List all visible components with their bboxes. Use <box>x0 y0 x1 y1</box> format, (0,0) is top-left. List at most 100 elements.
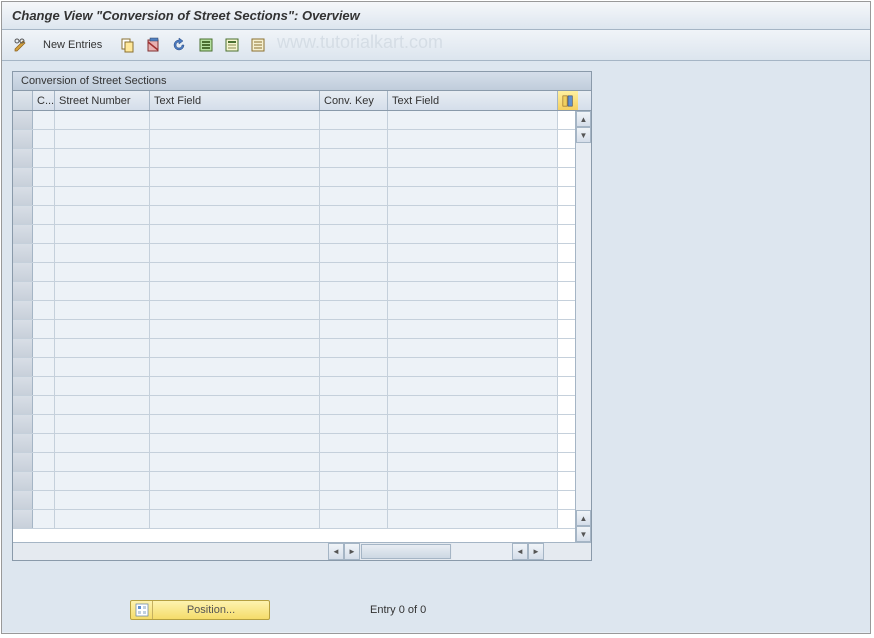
table-row[interactable] <box>13 244 575 263</box>
table-row[interactable] <box>13 282 575 301</box>
table-cell[interactable] <box>13 320 33 338</box>
table-cell[interactable] <box>320 244 388 262</box>
table-cell[interactable] <box>150 377 320 395</box>
table-cell[interactable] <box>55 472 150 490</box>
table-cell[interactable] <box>33 396 55 414</box>
table-cell[interactable] <box>33 491 55 509</box>
table-cell[interactable] <box>320 453 388 471</box>
table-row[interactable] <box>13 206 575 225</box>
delete-button[interactable] <box>143 34 165 56</box>
table-cell[interactable] <box>33 130 55 148</box>
table-row[interactable] <box>13 491 575 510</box>
table-cell[interactable] <box>13 130 33 148</box>
table-cell[interactable] <box>150 111 320 129</box>
table-cell[interactable] <box>320 358 388 376</box>
table-cell[interactable] <box>13 111 33 129</box>
table-cell[interactable] <box>55 225 150 243</box>
table-cell[interactable] <box>388 282 558 300</box>
table-cell[interactable] <box>388 130 558 148</box>
table-cell[interactable] <box>150 130 320 148</box>
scroll-down-step-button[interactable]: ▲ <box>576 510 591 526</box>
table-cell[interactable] <box>320 225 388 243</box>
table-cell[interactable] <box>13 358 33 376</box>
table-cell[interactable] <box>150 396 320 414</box>
column-header-street-number[interactable]: Street Number <box>55 91 150 110</box>
table-cell[interactable] <box>150 472 320 490</box>
table-cell[interactable] <box>33 453 55 471</box>
table-cell[interactable] <box>388 244 558 262</box>
position-button[interactable]: Position... <box>130 600 270 620</box>
table-cell[interactable] <box>150 339 320 357</box>
table-row[interactable] <box>13 301 575 320</box>
table-row[interactable] <box>13 510 575 529</box>
table-cell[interactable] <box>55 282 150 300</box>
table-cell[interactable] <box>320 301 388 319</box>
table-cell[interactable] <box>13 282 33 300</box>
table-cell[interactable] <box>388 168 558 186</box>
table-cell[interactable] <box>150 263 320 281</box>
table-cell[interactable] <box>55 415 150 433</box>
table-cell[interactable] <box>320 396 388 414</box>
scroll-up-step-button[interactable]: ▼ <box>576 127 591 143</box>
scroll-down-button[interactable]: ▼ <box>576 526 591 542</box>
table-cell[interactable] <box>55 320 150 338</box>
table-cell[interactable] <box>320 434 388 452</box>
table-cell[interactable] <box>13 301 33 319</box>
table-cell[interactable] <box>55 434 150 452</box>
table-cell[interactable] <box>13 491 33 509</box>
table-row[interactable] <box>13 339 575 358</box>
table-cell[interactable] <box>33 282 55 300</box>
table-cell[interactable] <box>13 263 33 281</box>
table-cell[interactable] <box>13 453 33 471</box>
vertical-scroll-track[interactable] <box>576 143 591 510</box>
table-cell[interactable] <box>33 339 55 357</box>
table-cell[interactable] <box>150 434 320 452</box>
table-cell[interactable] <box>13 225 33 243</box>
column-configuration-button[interactable] <box>558 91 578 110</box>
column-header-text-field-2[interactable]: Text Field <box>388 91 558 110</box>
table-cell[interactable] <box>55 301 150 319</box>
table-cell[interactable] <box>388 491 558 509</box>
table-cell[interactable] <box>388 149 558 167</box>
table-cell[interactable] <box>388 339 558 357</box>
table-cell[interactable] <box>55 491 150 509</box>
table-cell[interactable] <box>320 149 388 167</box>
table-row[interactable] <box>13 225 575 244</box>
table-cell[interactable] <box>13 396 33 414</box>
horizontal-scroll-track[interactable] <box>452 543 512 560</box>
table-cell[interactable] <box>150 453 320 471</box>
table-cell[interactable] <box>150 206 320 224</box>
table-cell[interactable] <box>320 415 388 433</box>
table-cell[interactable] <box>13 168 33 186</box>
deselect-all-button[interactable] <box>247 34 269 56</box>
table-cell[interactable] <box>320 377 388 395</box>
table-cell[interactable] <box>150 168 320 186</box>
table-cell[interactable] <box>13 149 33 167</box>
table-cell[interactable] <box>388 263 558 281</box>
table-cell[interactable] <box>13 415 33 433</box>
table-cell[interactable] <box>55 377 150 395</box>
table-cell[interactable] <box>320 320 388 338</box>
table-cell[interactable] <box>55 244 150 262</box>
table-cell[interactable] <box>33 206 55 224</box>
table-row[interactable] <box>13 130 575 149</box>
table-cell[interactable] <box>55 149 150 167</box>
table-row[interactable] <box>13 111 575 130</box>
table-cell[interactable] <box>55 187 150 205</box>
table-cell[interactable] <box>388 396 558 414</box>
table-cell[interactable] <box>320 187 388 205</box>
table-cell[interactable] <box>320 282 388 300</box>
table-cell[interactable] <box>388 434 558 452</box>
table-cell[interactable] <box>13 377 33 395</box>
table-cell[interactable] <box>388 225 558 243</box>
table-cell[interactable] <box>33 510 55 528</box>
table-cell[interactable] <box>55 358 150 376</box>
table-row[interactable] <box>13 358 575 377</box>
scroll-up-button[interactable]: ▲ <box>576 111 591 127</box>
column-header-conv-key[interactable]: Conv. Key <box>320 91 388 110</box>
table-cell[interactable] <box>320 111 388 129</box>
select-all-button[interactable] <box>195 34 217 56</box>
table-cell[interactable] <box>55 510 150 528</box>
table-cell[interactable] <box>150 491 320 509</box>
copy-as-button[interactable] <box>117 34 139 56</box>
